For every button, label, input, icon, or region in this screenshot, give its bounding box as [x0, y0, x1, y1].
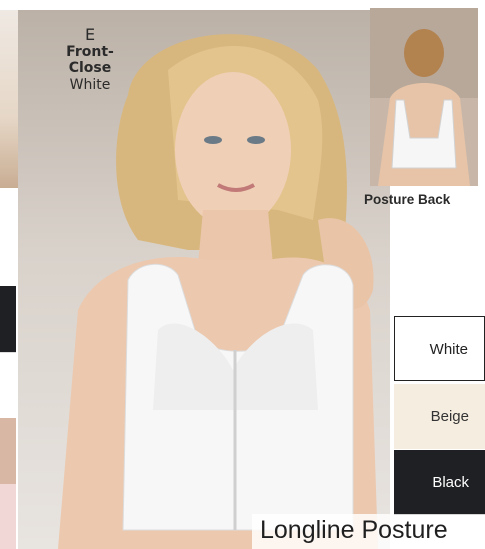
swatch-beige[interactable]: Beige [394, 384, 485, 449]
style-color: White [69, 77, 111, 93]
style-name: Front-Close [66, 44, 114, 76]
adjacent-swatch-white[interactable] [0, 352, 16, 419]
thumbnail-caption: Posture Back [364, 192, 451, 207]
adjacent-product-photo[interactable] [0, 10, 18, 188]
back-view-illustration [370, 8, 478, 186]
product-title: Longline Posture [260, 516, 448, 544]
swatch-beige-label: Beige [430, 408, 469, 425]
left-adjacent-panel [0, 0, 18, 549]
style-letter: E [84, 25, 96, 44]
swatch-white-label: White [429, 341, 468, 358]
adjacent-swatch-dark[interactable] [0, 286, 16, 352]
swatch-white[interactable]: White [394, 316, 485, 381]
style-label: E Front-Close White [62, 26, 118, 94]
adjacent-swatch-pink[interactable] [0, 484, 16, 549]
swatch-black-label: Black [432, 474, 469, 491]
swatch-black[interactable]: Black [394, 450, 485, 515]
product-page: E Front-Close White Posture Back White B… [0, 0, 485, 549]
back-view-thumbnail[interactable] [370, 8, 478, 186]
adjacent-swatch-beige[interactable] [0, 418, 16, 484]
